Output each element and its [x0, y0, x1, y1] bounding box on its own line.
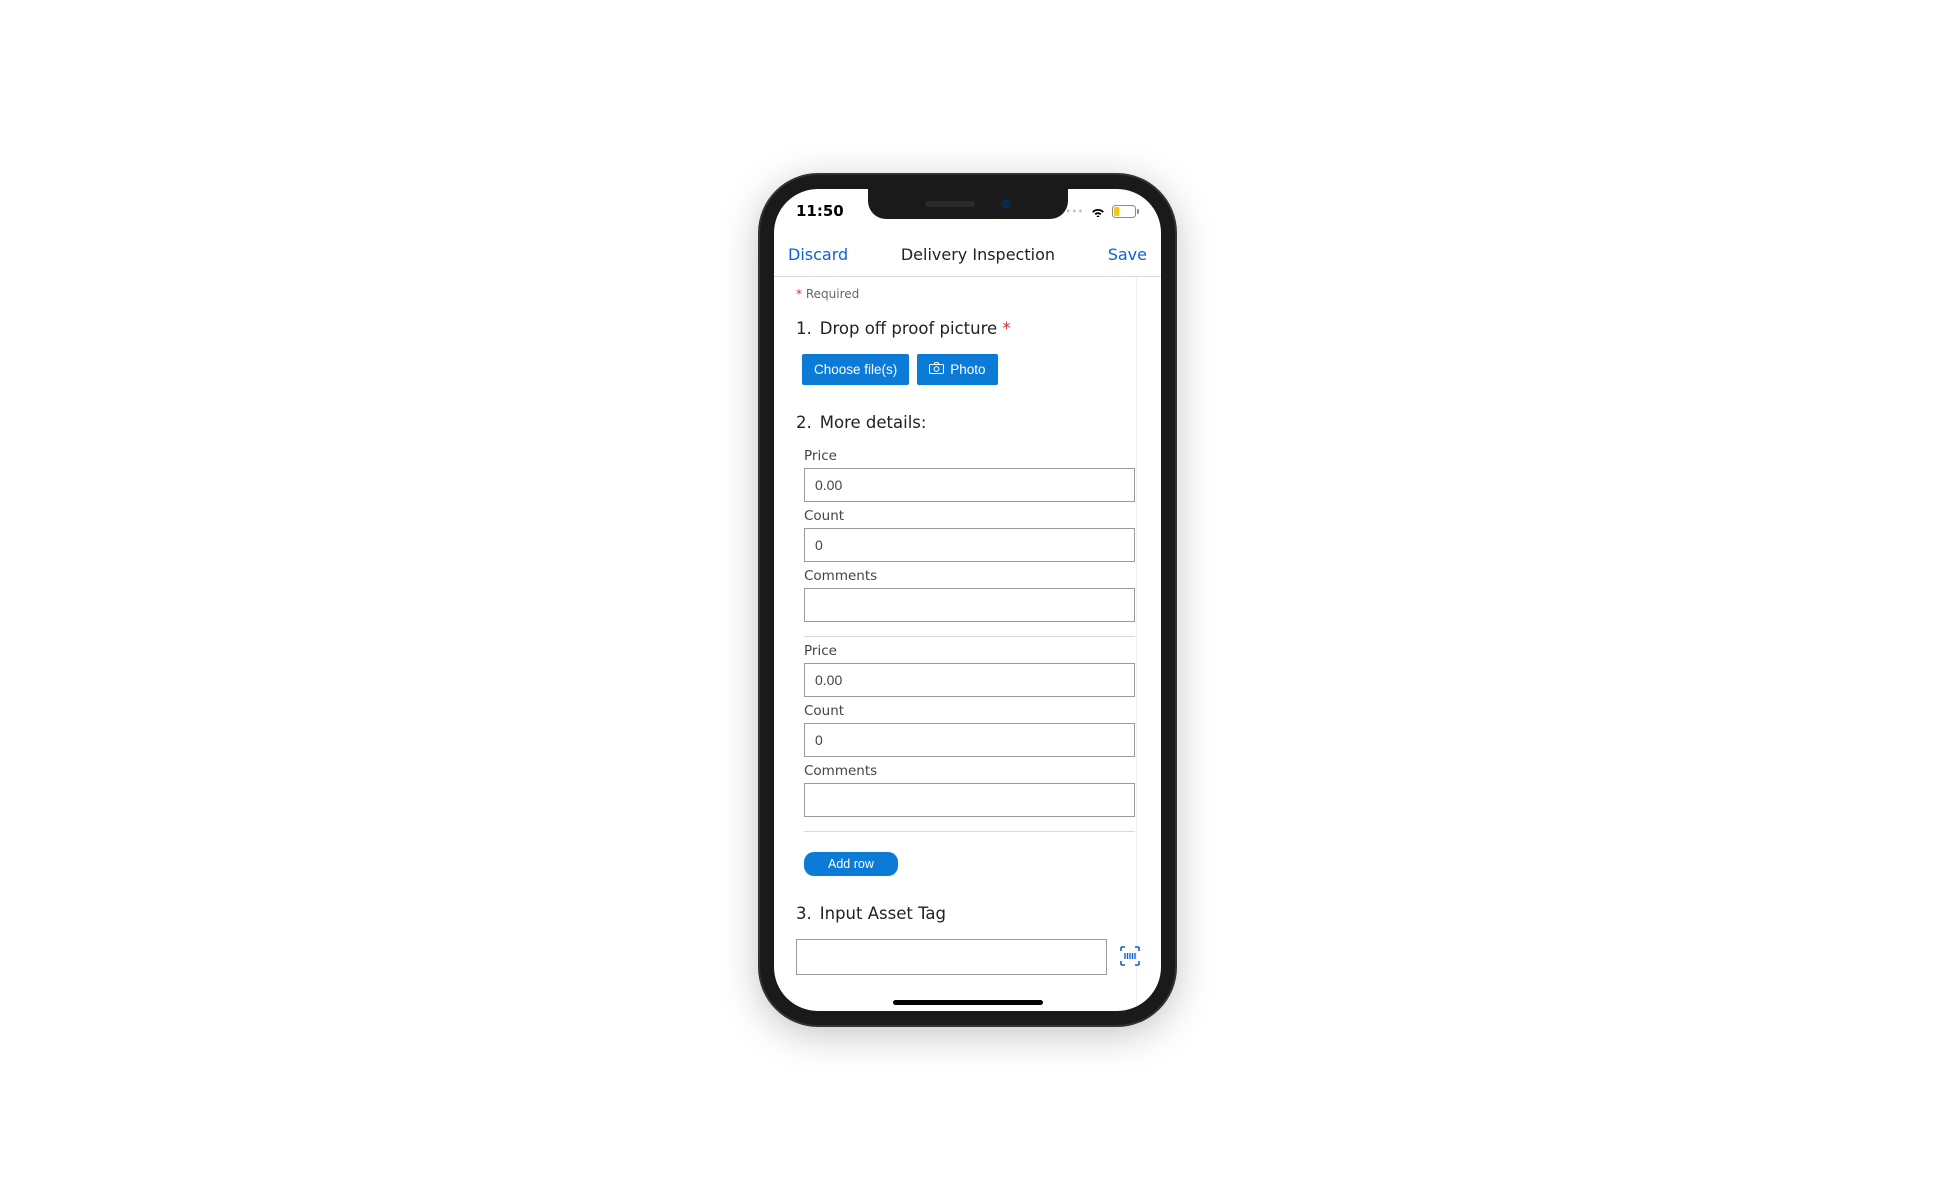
device-notch: [868, 189, 1068, 219]
question-3-header: 3. Input Asset Tag: [796, 904, 1143, 923]
take-photo-button[interactable]: Photo: [917, 354, 997, 385]
choose-files-button[interactable]: Choose file(s): [802, 354, 909, 385]
price-label: Price: [804, 448, 1135, 464]
q1-label: Drop off proof picture *: [820, 319, 1011, 338]
q1-number: 1.: [796, 319, 812, 338]
q3-label: Input Asset Tag: [820, 904, 946, 923]
barcode-scan-icon: [1119, 945, 1141, 970]
price-input-2[interactable]: [804, 663, 1135, 697]
phone-frame: 11:50 •••• Discard Delivery Inspection S…: [760, 175, 1175, 1025]
comments-label: Comments: [804, 763, 1135, 779]
question-2-header: 2. More details:: [796, 413, 1143, 432]
q3-number: 3.: [796, 904, 812, 923]
detail-row-1: Price Count Comments: [804, 448, 1135, 637]
scan-barcode-button[interactable]: [1117, 944, 1143, 970]
required-note: * Required: [796, 287, 1143, 301]
asset-tag-input[interactable]: [796, 939, 1107, 975]
count-input-1[interactable]: [804, 528, 1135, 562]
question-1-header: 1. Drop off proof picture *: [796, 319, 1143, 338]
form-content[interactable]: * Required 1. Drop off proof picture * C…: [774, 277, 1161, 1011]
wifi-icon: [1090, 205, 1106, 217]
q2-number: 2.: [796, 413, 812, 432]
speaker-grill: [925, 201, 975, 207]
count-label: Count: [804, 703, 1135, 719]
add-row-button[interactable]: Add row: [804, 852, 898, 876]
price-input-1[interactable]: [804, 468, 1135, 502]
save-button[interactable]: Save: [1108, 245, 1147, 264]
price-label: Price: [804, 643, 1135, 659]
comments-label: Comments: [804, 568, 1135, 584]
comments-input-1[interactable]: [804, 588, 1135, 622]
front-camera: [1001, 199, 1011, 209]
detail-row-2: Price Count Comments: [804, 643, 1135, 832]
home-indicator[interactable]: [893, 1000, 1043, 1005]
status-time: 11:50: [796, 202, 844, 220]
page-title: Delivery Inspection: [901, 245, 1055, 264]
count-label: Count: [804, 508, 1135, 524]
nav-bar: Discard Delivery Inspection Save: [774, 233, 1161, 277]
discard-button[interactable]: Discard: [788, 245, 848, 264]
q2-label: More details:: [820, 413, 927, 432]
comments-input-2[interactable]: [804, 783, 1135, 817]
count-input-2[interactable]: [804, 723, 1135, 757]
battery-low-icon: [1112, 205, 1139, 218]
camera-icon: [929, 362, 944, 377]
